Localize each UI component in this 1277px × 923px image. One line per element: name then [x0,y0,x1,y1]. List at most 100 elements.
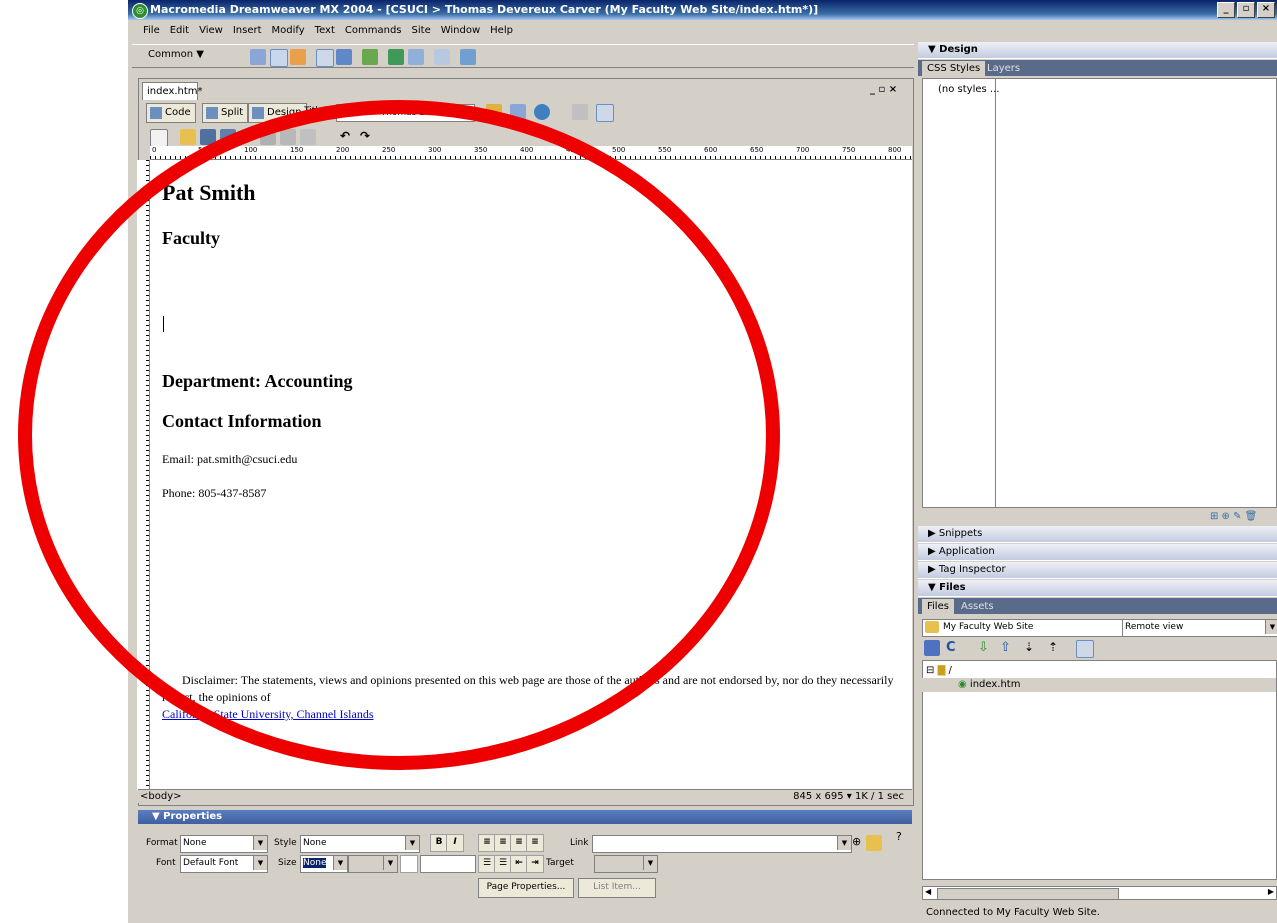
open-icon[interactable] [180,129,196,145]
tree-root[interactable]: ⊟ ▇ / [926,664,952,678]
csuci-link[interactable]: California State University, Channel Isl… [162,707,374,721]
snippets-panel-header[interactable]: ▶ Snippets [918,526,1277,543]
connect-icon[interactable] [924,640,940,656]
view-options-icon[interactable] [596,104,614,122]
format-select[interactable]: None ▼ [180,835,268,853]
menu-text[interactable]: Text [310,22,340,40]
new-document-icon[interactable] [150,129,168,147]
save-icon[interactable] [200,129,216,145]
tag-selector-body[interactable]: <body> [140,790,182,804]
role-heading: Faculty [162,228,220,248]
copy-icon[interactable] [280,129,296,145]
code-view-button[interactable]: Code [146,103,196,123]
list-item-button[interactable]: List Item... [578,878,656,898]
layer-icon[interactable] [336,49,352,65]
justify-icon[interactable]: ≡ [526,834,544,852]
refresh-files-icon[interactable]: C [946,640,962,656]
hyperlink-icon[interactable] [250,49,266,65]
scroll-left-icon[interactable]: ◀ [925,887,931,896]
check-in-icon[interactable]: ⇡ [1048,640,1064,656]
indent-icon[interactable]: ⇥ [526,855,544,873]
menu-site[interactable]: Site [407,22,436,40]
style-select[interactable]: None ▼ [300,835,420,853]
tag-inspector-panel-header[interactable]: ▶ Tag Inspector [918,562,1277,579]
templates-icon[interactable] [460,49,476,65]
application-panel-header[interactable]: ▶ Application [918,544,1277,561]
page-properties-button[interactable]: Page Properties... [478,878,574,898]
chevron-down-icon: ▼ [837,836,851,850]
refresh-icon[interactable] [572,104,588,120]
menu-help[interactable]: Help [485,22,518,40]
text-color-input[interactable] [420,855,476,873]
tab-assets[interactable]: Assets [956,599,999,614]
font-label: Font [156,858,176,868]
site-select[interactable]: My Faculty Web Site▼ [922,619,1140,637]
view-select[interactable]: Remote view ▼ [1122,619,1277,637]
menu-window[interactable]: Window [436,22,485,40]
title-label: Title: [304,106,327,116]
menu-file[interactable]: File [138,22,165,40]
tab-layers[interactable]: Layers [982,61,1025,76]
target-select[interactable]: ▼ [594,855,658,873]
named-anchor-icon[interactable] [290,49,306,65]
text-color-swatch[interactable] [400,855,418,873]
insert-bar: Common ▼ [132,44,914,68]
format-label: Format [146,838,178,848]
italic-button[interactable]: I [446,834,464,852]
tree-file-row[interactable]: ◉ index.htm [922,678,1276,692]
menu-edit[interactable]: Edit [165,22,194,40]
files-scrollbar[interactable]: ◀ ▶ [922,886,1277,900]
menu-commands[interactable]: Commands [340,22,407,40]
paste-icon[interactable] [300,129,316,145]
cut-icon[interactable] [260,129,276,145]
help-icon[interactable]: ? [896,830,912,846]
link-input[interactable]: ▼ [592,835,852,853]
put-files-icon[interactable]: ⇧ [1000,640,1016,656]
files-panel-header[interactable]: ▼ Files [918,580,1277,597]
minimize-button[interactable]: _ [1217,2,1235,18]
code-icon [150,107,162,119]
no-browser-check-icon[interactable] [486,104,502,120]
media-icon[interactable] [388,49,404,65]
font-select[interactable]: Default Font ▼ [180,855,268,873]
email-text: Email: pat.smith@csuci.edu [162,452,298,466]
split-view-button[interactable]: Split [202,103,249,123]
expand-icon[interactable] [1076,640,1094,658]
menu-modify[interactable]: Modify [267,22,310,40]
css-actions-icon[interactable]: ⊞ ⊕ ✎ 🗑 [1210,511,1257,522]
insert-category-dropdown[interactable]: Common ▼ [148,49,204,60]
design-view-button[interactable]: Design [248,103,307,123]
size-select[interactable]: None ▼ [300,855,348,873]
properties-header[interactable]: ▼ Properties [138,810,912,824]
undo-icon[interactable]: ↶ [340,129,356,145]
scroll-right-icon[interactable]: ▶ [1268,887,1274,896]
restore-icon[interactable]: ▫ [1237,2,1255,18]
tab-css-styles[interactable]: CSS Styles [922,61,986,76]
close-button[interactable]: × [1257,2,1275,18]
image-icon[interactable] [362,49,378,65]
browse-folder-icon[interactable] [866,835,882,851]
doc-window-controls-icon[interactable]: _ ▫ × [870,84,897,95]
page-title-input[interactable]: CSUCI > Thomas Devereux Carver [336,104,475,122]
email-link-icon[interactable] [270,49,288,67]
menu-view[interactable]: View [194,22,228,40]
tab-index-htm[interactable]: index.htm* [142,82,203,100]
window-size-readout[interactable]: 845 x 695 ▾ 1K / 1 sec [793,790,904,804]
size-unit-select[interactable]: ▼ [348,855,398,873]
folder-icon: ▇ [937,665,946,676]
standard-toolbar: ↶ ↷ [140,126,910,148]
comment-icon[interactable] [434,49,450,65]
date-icon[interactable] [408,49,424,65]
tab-files[interactable]: Files [922,599,954,614]
design-panel-header[interactable]: ▼ Design [918,42,1277,59]
get-files-icon[interactable]: ⇩ [978,640,994,656]
save-all-icon[interactable] [220,129,236,145]
redo-icon[interactable]: ↷ [360,129,376,145]
table-icon[interactable] [316,49,334,67]
menu-insert[interactable]: Insert [228,22,267,40]
check-out-icon[interactable]: ⇣ [1024,640,1040,656]
scroll-thumb[interactable] [937,888,1119,900]
split-icon [206,107,218,119]
preview-browser-icon[interactable] [534,104,550,120]
file-management-icon[interactable] [510,104,526,120]
